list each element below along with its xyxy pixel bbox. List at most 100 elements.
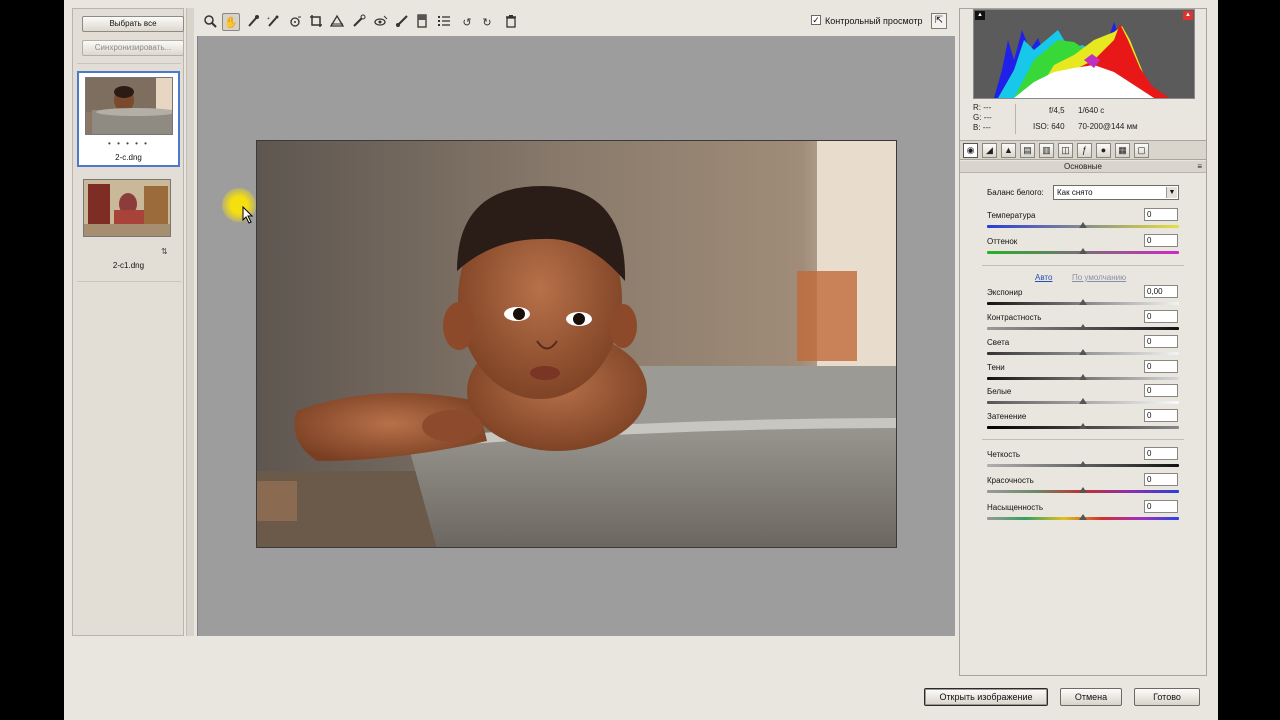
saturation-label: Насыщенность	[987, 503, 1044, 512]
open-image-button[interactable]: Открыть изображение	[924, 688, 1048, 706]
tab-basic[interactable]: ◉	[963, 143, 978, 158]
white-balance-icon[interactable]	[244, 13, 262, 31]
tab-hsl[interactable]: ▤	[1020, 143, 1035, 158]
vibrance-input[interactable]: 0	[1144, 473, 1178, 486]
adjustment-brush-icon[interactable]	[393, 13, 411, 31]
vibrance-slider-handle[interactable]	[1079, 487, 1087, 493]
default-link[interactable]: По умолчанию	[1072, 273, 1126, 282]
camera-raw-window: Выбрать все Синхронизировать... • • • • …	[64, 0, 1218, 720]
color-sampler-icon[interactable]: +	[264, 13, 282, 31]
hand-icon[interactable]: ✋	[222, 13, 240, 31]
adjusted-badge-icon: ⇅	[161, 247, 168, 256]
blacks-slider-handle[interactable]	[1079, 423, 1087, 429]
rotate-right-icon[interactable]: ↻	[478, 13, 496, 31]
blacks-label: Затенение	[987, 412, 1027, 421]
saturation-slider-handle[interactable]	[1079, 514, 1087, 520]
crop-icon[interactable]	[307, 13, 325, 31]
filmstrip-scrollbar[interactable]	[186, 8, 194, 636]
tab-snapshots[interactable]: ▢	[1134, 143, 1149, 158]
filmstrip-item-2-c[interactable]: • • • • • 2-c.dng	[77, 71, 180, 167]
thumbnail-rating[interactable]: • • • • •	[79, 139, 178, 148]
adjustments-panel: ▲ ▲ R: --- G: --- B: --- f/4,5 1/640 с I…	[959, 8, 1207, 676]
exif-aperture: f/4,5	[1049, 106, 1065, 115]
panel-menu-icon[interactable]: ≡	[1197, 161, 1202, 173]
tab-camera-calibration[interactable]: ●	[1096, 143, 1111, 158]
b-value: ---	[982, 123, 991, 132]
section-title: Основные ≡	[960, 161, 1206, 173]
highlights-input[interactable]: 0	[1144, 335, 1178, 348]
exposure-input[interactable]: 0,00	[1144, 285, 1178, 298]
shadow-clipping-icon[interactable]: ▲	[975, 11, 985, 20]
exif-lens: 70-200@144 мм	[1078, 122, 1138, 131]
basic-section-title: Основные	[1064, 162, 1102, 171]
tint-slider-handle[interactable]	[1079, 248, 1087, 254]
thumbnail-filename: 2-c1.dng	[112, 261, 145, 270]
target-adjust-icon[interactable]	[286, 13, 304, 31]
temperature-label: Температура	[987, 211, 1036, 220]
r-value: ---	[983, 103, 992, 112]
done-button[interactable]: Готово	[1134, 688, 1200, 706]
white-balance-select[interactable]: Как снято ▼	[1053, 185, 1179, 200]
svg-text:+: +	[267, 16, 270, 22]
preview-checkbox[interactable]: ✓	[811, 15, 821, 25]
auto-link[interactable]: Авто	[1035, 273, 1052, 282]
whites-input[interactable]: 0	[1144, 384, 1178, 397]
highlight-clipping-icon[interactable]: ▲	[1183, 11, 1193, 20]
fullscreen-toggle-icon[interactable]: ⇱	[931, 13, 947, 29]
spot-removal-icon[interactable]	[350, 13, 368, 31]
toolbar: ✋ + ↺ ↻ ✓ Контрольный просмотр ⇱	[197, 8, 955, 36]
b-label: B:	[973, 123, 981, 132]
tab-tone-curve[interactable]: ◢	[982, 143, 997, 158]
preferences-icon[interactable]	[435, 13, 453, 31]
saturation-input[interactable]: 0	[1144, 500, 1178, 513]
thumbnail-image	[85, 77, 173, 135]
temperature-slider-handle[interactable]	[1079, 222, 1087, 228]
highlights-label: Света	[987, 338, 1010, 347]
straighten-icon[interactable]	[328, 13, 346, 31]
histogram: ▲ ▲	[973, 9, 1195, 99]
shadows-input[interactable]: 0	[1144, 360, 1178, 373]
g-label: G:	[973, 113, 982, 122]
filmstrip-item-2-c1[interactable]: 2-c1.dng ⇅	[77, 177, 180, 273]
graduated-filter-icon[interactable]	[413, 13, 431, 31]
red-eye-icon[interactable]	[372, 13, 390, 31]
clarity-slider-handle[interactable]	[1079, 461, 1087, 467]
tab-detail[interactable]: ▲	[1001, 143, 1016, 158]
clarity-label: Четкость	[987, 450, 1021, 459]
contrast-slider-handle[interactable]	[1079, 324, 1087, 330]
mouse-pointer-icon	[242, 206, 254, 224]
highlights-slider-handle[interactable]	[1079, 349, 1087, 355]
cancel-button[interactable]: Отмена	[1060, 688, 1122, 706]
filmstrip-panel: Выбрать все Синхронизировать... • • • • …	[72, 8, 184, 636]
readout-divider	[1015, 104, 1016, 134]
exposure-label: Экспонир	[987, 288, 1023, 297]
tab-presets[interactable]: ▦	[1115, 143, 1130, 158]
clarity-input[interactable]: 0	[1144, 447, 1178, 460]
tint-input[interactable]: 0	[1144, 234, 1178, 247]
select-all-button[interactable]: Выбрать все	[82, 16, 184, 32]
shadows-label: Тени	[987, 363, 1005, 372]
exposure-slider-handle[interactable]	[1079, 299, 1087, 305]
preview-label: Контрольный просмотр	[825, 16, 923, 26]
white-balance-value: Как снято	[1057, 188, 1093, 197]
chevron-down-icon: ▼	[1166, 187, 1177, 198]
image-preview-canvas[interactable]	[197, 36, 955, 636]
zoom-icon[interactable]	[201, 13, 219, 31]
tab-lens-corrections[interactable]: ◫	[1058, 143, 1073, 158]
blacks-input[interactable]: 0	[1144, 409, 1178, 422]
synchronize-button[interactable]: Синхронизировать...	[82, 40, 184, 56]
preview-photo	[256, 140, 897, 548]
shadows-slider-handle[interactable]	[1079, 374, 1087, 380]
whites-slider-handle[interactable]	[1079, 398, 1087, 404]
trash-icon[interactable]	[502, 13, 520, 31]
filmstrip-divider	[77, 63, 181, 64]
g-value: ---	[983, 113, 992, 122]
tab-split-toning[interactable]: ▥	[1039, 143, 1054, 158]
filmstrip-divider	[77, 281, 181, 282]
temperature-input[interactable]: 0	[1144, 208, 1178, 221]
panel-divider	[982, 265, 1184, 266]
rotate-left-icon[interactable]: ↺	[458, 13, 476, 31]
tab-effects[interactable]: ƒ	[1077, 143, 1092, 158]
r-label: R:	[973, 103, 981, 112]
contrast-input[interactable]: 0	[1144, 310, 1178, 323]
